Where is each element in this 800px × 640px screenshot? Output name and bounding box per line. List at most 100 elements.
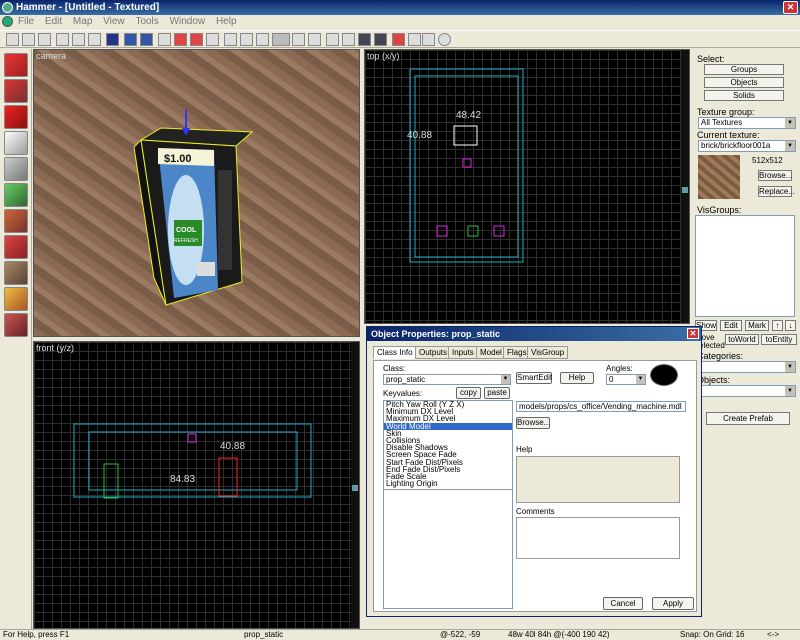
save-window-state-icon[interactable] (88, 33, 101, 46)
create-prefab-button[interactable]: Create Prefab (706, 412, 790, 425)
menu-window[interactable]: Window (166, 15, 210, 29)
model-value-field[interactable]: models/props/cs_office/Vending_machine.m… (516, 401, 686, 412)
top-viewport[interactable]: top (x/y) 48.42 40.88 (364, 49, 690, 324)
mark-visgroup-button[interactable]: Mark (745, 320, 769, 331)
grid-smaller-icon[interactable] (22, 33, 35, 46)
tab-visgroup[interactable]: VisGroup (527, 346, 569, 359)
top-view-drawing: 48.42 40.88 (407, 68, 524, 263)
smartedit-toggle[interactable]: SmartEdit (516, 372, 552, 384)
vertex-icon[interactable] (326, 33, 339, 46)
angles-dial[interactable] (650, 364, 678, 386)
brand-bottom: REFRESH (174, 238, 198, 244)
solids-button[interactable]: Solids (704, 90, 784, 101)
texture-scale-lock-icon[interactable] (140, 33, 153, 46)
texture-tool-icon[interactable] (4, 183, 28, 207)
apply-button[interactable]: Apply (652, 597, 694, 610)
apply-texture-tool-icon[interactable] (4, 209, 28, 233)
tab-class-info[interactable]: Class Info (373, 346, 417, 359)
check-problems-icon[interactable] (422, 33, 435, 46)
objects-button[interactable]: Objects (704, 77, 784, 88)
chevron-down-icon: ▼ (785, 141, 795, 151)
chevron-down-icon: ▼ (785, 386, 795, 396)
vertex-tool-icon[interactable] (4, 313, 28, 337)
vending-machine-model: $1.00 COOL REFRESH (133, 110, 254, 306)
copy-button[interactable]: copy (456, 387, 481, 399)
paste-icon[interactable] (256, 33, 269, 46)
entity-report-icon[interactable] (408, 33, 421, 46)
list-item-selected[interactable]: World Model (384, 422, 512, 430)
to-world-icon[interactable] (374, 33, 387, 46)
categories-select[interactable]: ▼ (698, 361, 796, 373)
group-icon[interactable] (174, 33, 187, 46)
block-tool-icon[interactable] (4, 157, 28, 181)
entity-tool-icon[interactable] (4, 131, 28, 155)
hollow-icon[interactable] (292, 33, 305, 46)
current-texture-label: Current texture: (697, 130, 760, 140)
visgroups-list[interactable] (695, 215, 795, 317)
current-texture-select[interactable]: brick/brickfloor001a ▼ (698, 140, 796, 152)
camera-viewport[interactable]: camera $1.00 COOL REFRESH (33, 49, 360, 337)
cancel-button[interactable]: Cancel (603, 597, 643, 610)
front-viewport-scrollbar[interactable] (351, 342, 359, 628)
help-button[interactable]: Help (560, 372, 594, 384)
angles-select[interactable]: 0 ▼ (606, 374, 646, 385)
browse-model-button[interactable]: Browse... (516, 417, 550, 429)
center-views-icon[interactable] (342, 33, 355, 46)
status-snap: Snap: On Grid: 16 (680, 630, 745, 639)
compile-icon[interactable] (106, 33, 119, 46)
comments-label: Comments (516, 507, 555, 516)
front-viewport[interactable]: front (y/z) 40.88 84.83 (33, 341, 360, 629)
document-icon (2, 16, 13, 27)
carve-icon[interactable] (272, 33, 290, 46)
run-map-icon[interactable] (392, 33, 405, 46)
objects-select[interactable]: ▼ (698, 385, 796, 397)
menu-tools[interactable]: Tools (131, 15, 162, 29)
show-helpers-icon[interactable] (56, 33, 69, 46)
categories-label: Categories: (697, 351, 744, 361)
menu-help[interactable]: Help (212, 15, 241, 29)
clip-tool-icon[interactable] (4, 287, 28, 311)
clip-icon[interactable] (308, 33, 321, 46)
texture-lock-icon[interactable] (124, 33, 137, 46)
tab-model[interactable]: Model (476, 346, 506, 359)
hide-icon[interactable] (206, 33, 219, 46)
replace-texture-button[interactable]: Replace... (758, 186, 795, 197)
copy-icon[interactable] (240, 33, 253, 46)
close-window-button[interactable]: ✕ (783, 1, 798, 14)
keyvalues-list[interactable]: Pitch Yaw Roll (Y Z X) Minimum DX Level … (383, 400, 513, 490)
list-item[interactable]: Lighting Origin (384, 480, 512, 488)
to-world-button[interactable]: toWorld (725, 334, 759, 345)
sphere-icon[interactable] (438, 33, 451, 46)
decal-tool-icon[interactable] (4, 235, 28, 259)
cut-icon[interactable] (224, 33, 237, 46)
to-entity-button[interactable]: toEntity (761, 334, 797, 345)
tab-outputs[interactable]: Outputs (415, 346, 452, 359)
magnify-tool-icon[interactable] (4, 79, 28, 103)
camera-tool-icon[interactable] (4, 105, 28, 129)
tab-inputs[interactable]: Inputs (448, 346, 478, 359)
menu-map[interactable]: Map (69, 15, 96, 29)
selection-tool-icon[interactable] (4, 53, 28, 77)
menu-file[interactable]: File (14, 15, 38, 29)
class-select[interactable]: prop_static ▼ (383, 374, 511, 385)
dialog-close-button[interactable]: ✕ (687, 328, 699, 339)
load-window-state-icon[interactable] (72, 33, 85, 46)
texture-group-select[interactable]: All Textures ▼ (698, 117, 796, 129)
chevron-down-icon: ▼ (785, 118, 795, 128)
to-entity-icon[interactable] (358, 33, 371, 46)
move-down-button[interactable]: ↓ (785, 320, 796, 331)
move-up-button[interactable]: ↑ (772, 320, 783, 331)
overlay-tool-icon[interactable] (4, 261, 28, 285)
menu-edit[interactable]: Edit (41, 15, 66, 29)
grid-icon[interactable] (6, 33, 19, 46)
grid-larger-icon[interactable] (38, 33, 51, 46)
comments-textarea[interactable] (516, 517, 680, 559)
top-viewport-scrollbar[interactable] (681, 50, 689, 323)
edit-visgroup-button[interactable]: Edit (720, 320, 742, 331)
groups-button[interactable]: Groups (704, 64, 784, 75)
menu-view[interactable]: View (99, 15, 129, 29)
undo-icon[interactable] (158, 33, 171, 46)
ungroup-icon[interactable] (190, 33, 203, 46)
browse-texture-button[interactable]: Browse... (758, 170, 792, 181)
paste-button[interactable]: paste (484, 387, 510, 399)
